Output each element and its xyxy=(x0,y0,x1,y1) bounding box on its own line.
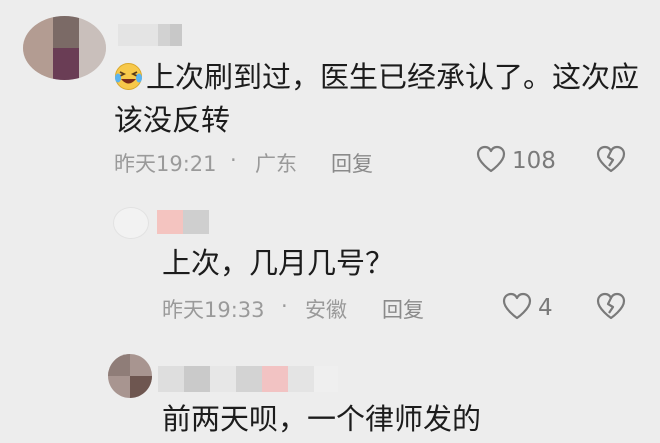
comment-text: 前两天呗，一个律师发的 xyxy=(162,402,482,436)
heart-icon xyxy=(476,145,506,177)
meta-separator: · xyxy=(230,148,237,172)
username-redacted[interactable] xyxy=(157,210,209,234)
broken-heart-icon xyxy=(596,292,626,324)
dislike-button[interactable] xyxy=(596,292,626,324)
comment-location: 广东 xyxy=(255,152,297,176)
broken-heart-icon xyxy=(596,145,626,177)
comment-text-line1: 上次刷到过，医生已经承认了。这次应 xyxy=(146,60,640,94)
dislike-button[interactable] xyxy=(596,145,626,177)
username-redacted[interactable] xyxy=(158,366,338,392)
comment-text: 上次，几月几号？ xyxy=(162,246,395,280)
comment-text-line2: 该没反转 xyxy=(114,103,231,137)
meta-separator: · xyxy=(281,294,288,318)
like-button[interactable]: 108 xyxy=(476,145,556,177)
reply-button[interactable]: 回复 xyxy=(331,148,373,178)
comment-text: 上次刷到过，医生已经承认了。这次应 该没反转 xyxy=(114,56,654,142)
avatar[interactable] xyxy=(113,207,149,239)
avatar[interactable] xyxy=(108,354,152,398)
laughing-crying-emoji-icon xyxy=(114,60,143,90)
like-button[interactable]: 4 xyxy=(502,292,553,324)
reply-button[interactable]: 回复 xyxy=(382,294,424,324)
like-count: 108 xyxy=(512,148,556,174)
comment-location: 安徽 xyxy=(305,298,347,322)
heart-icon xyxy=(502,292,532,324)
username-redacted[interactable] xyxy=(118,24,182,46)
comment-time: 昨天19:33 xyxy=(162,298,265,322)
avatar[interactable] xyxy=(23,16,106,80)
comment-time: 昨天19:21 xyxy=(114,152,217,176)
like-count: 4 xyxy=(538,295,553,321)
